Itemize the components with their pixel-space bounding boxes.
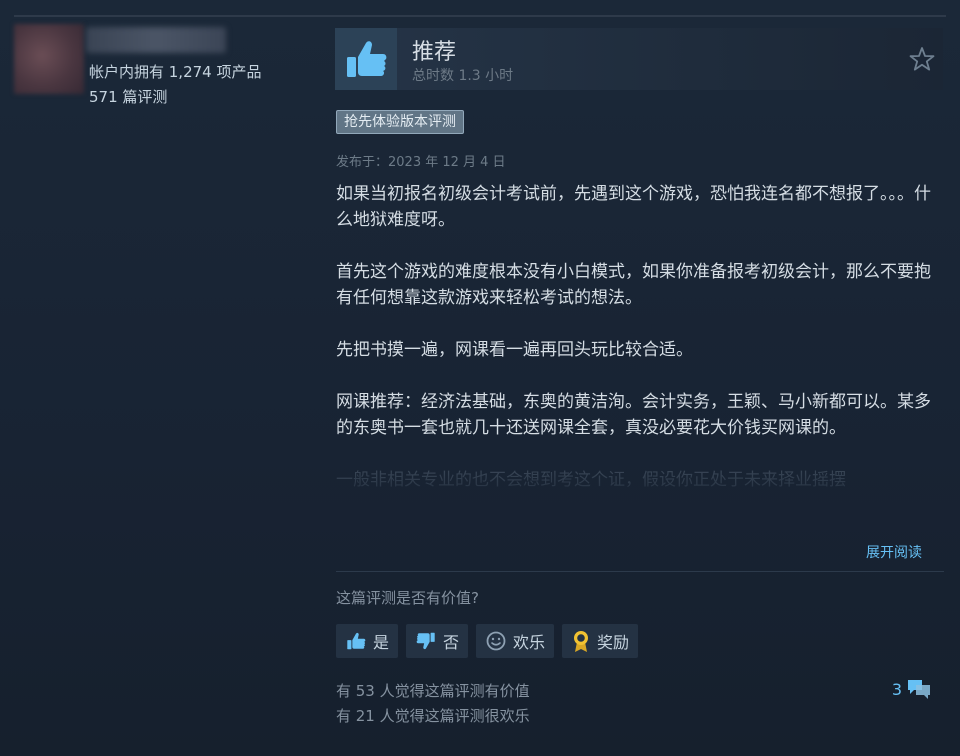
helpful-count: 有 53 人觉得这篇评测有价值	[336, 682, 530, 700]
avatar[interactable]	[14, 24, 84, 94]
reviews-count[interactable]: 571 篇评测	[89, 86, 167, 107]
funny-count: 有 21 人觉得这篇评测很欢乐	[336, 707, 530, 725]
username-redacted[interactable]	[86, 27, 226, 53]
recommended-thumb	[335, 28, 397, 90]
vote-yes-button[interactable]: 是	[336, 624, 399, 658]
review-text: 如果当初报名初级会计考试前，先遇到这个游戏，恐怕我连名都不想报了。。。什么地狱难…	[336, 181, 936, 493]
vote-funny-label: 欢乐	[513, 633, 546, 652]
verdict-title: 推荐	[412, 40, 457, 65]
posted-date: 发布于：2023 年 12 月 4 日	[336, 155, 506, 170]
helpful-question: 这篇评测是否有价值?	[336, 589, 479, 607]
thumbs-up-icon	[347, 41, 387, 77]
review-paragraph: 如果当初报名初级会计考试前，先遇到这个游戏，恐怕我连名都不想报了。。。什么地狱难…	[336, 184, 931, 230]
review-paragraph: 网课推荐：经济法基础，东奥的黄洁洵。会计实务，王颖、马小新都可以。某多的东奥书一…	[336, 392, 931, 438]
thumbs-up-icon	[347, 632, 366, 650]
award-label: 奖励	[597, 633, 630, 652]
comments-button[interactable]: 3	[892, 677, 932, 701]
review-header: 推荐 总时数 1.3 小时	[335, 28, 943, 90]
playtime: 总时数 1.3 小时	[412, 68, 514, 84]
vote-no-label: 否	[443, 633, 460, 652]
comment-count: 3	[891, 679, 902, 699]
vote-buttons: 是 否 欢乐 奖励	[336, 624, 639, 658]
top-divider	[14, 15, 946, 17]
star-icon[interactable]	[909, 46, 935, 72]
read-more-link[interactable]: 展开阅读	[866, 542, 922, 562]
thumbs-down-icon	[416, 632, 435, 650]
vote-no-button[interactable]: 否	[406, 624, 469, 658]
vote-funny-button[interactable]: 欢乐	[476, 624, 555, 658]
award-button[interactable]: 奖励	[562, 624, 639, 658]
review-paragraph: 首先这个游戏的难度根本没有小白模式，如果你准备报考初级会计，那么不要抱有任何想靠…	[336, 262, 931, 308]
products-owned[interactable]: 帐户内拥有 1,274 项产品	[89, 61, 261, 82]
award-ribbon-icon	[574, 631, 589, 652]
review-paragraph: 先把书摸一遍，网课看一遍再回头玩比较合适。	[336, 340, 693, 360]
review-paragraph-faded: 一般非相关专业的也不会想到考这个证，假设你正处于未来择业摇摆	[336, 470, 846, 490]
vote-yes-label: 是	[373, 633, 390, 652]
smiley-icon	[486, 631, 506, 651]
divider	[336, 571, 944, 572]
comment-bubbles-icon	[908, 680, 930, 699]
early-access-badge: 抢先体验版本评测	[336, 110, 464, 134]
